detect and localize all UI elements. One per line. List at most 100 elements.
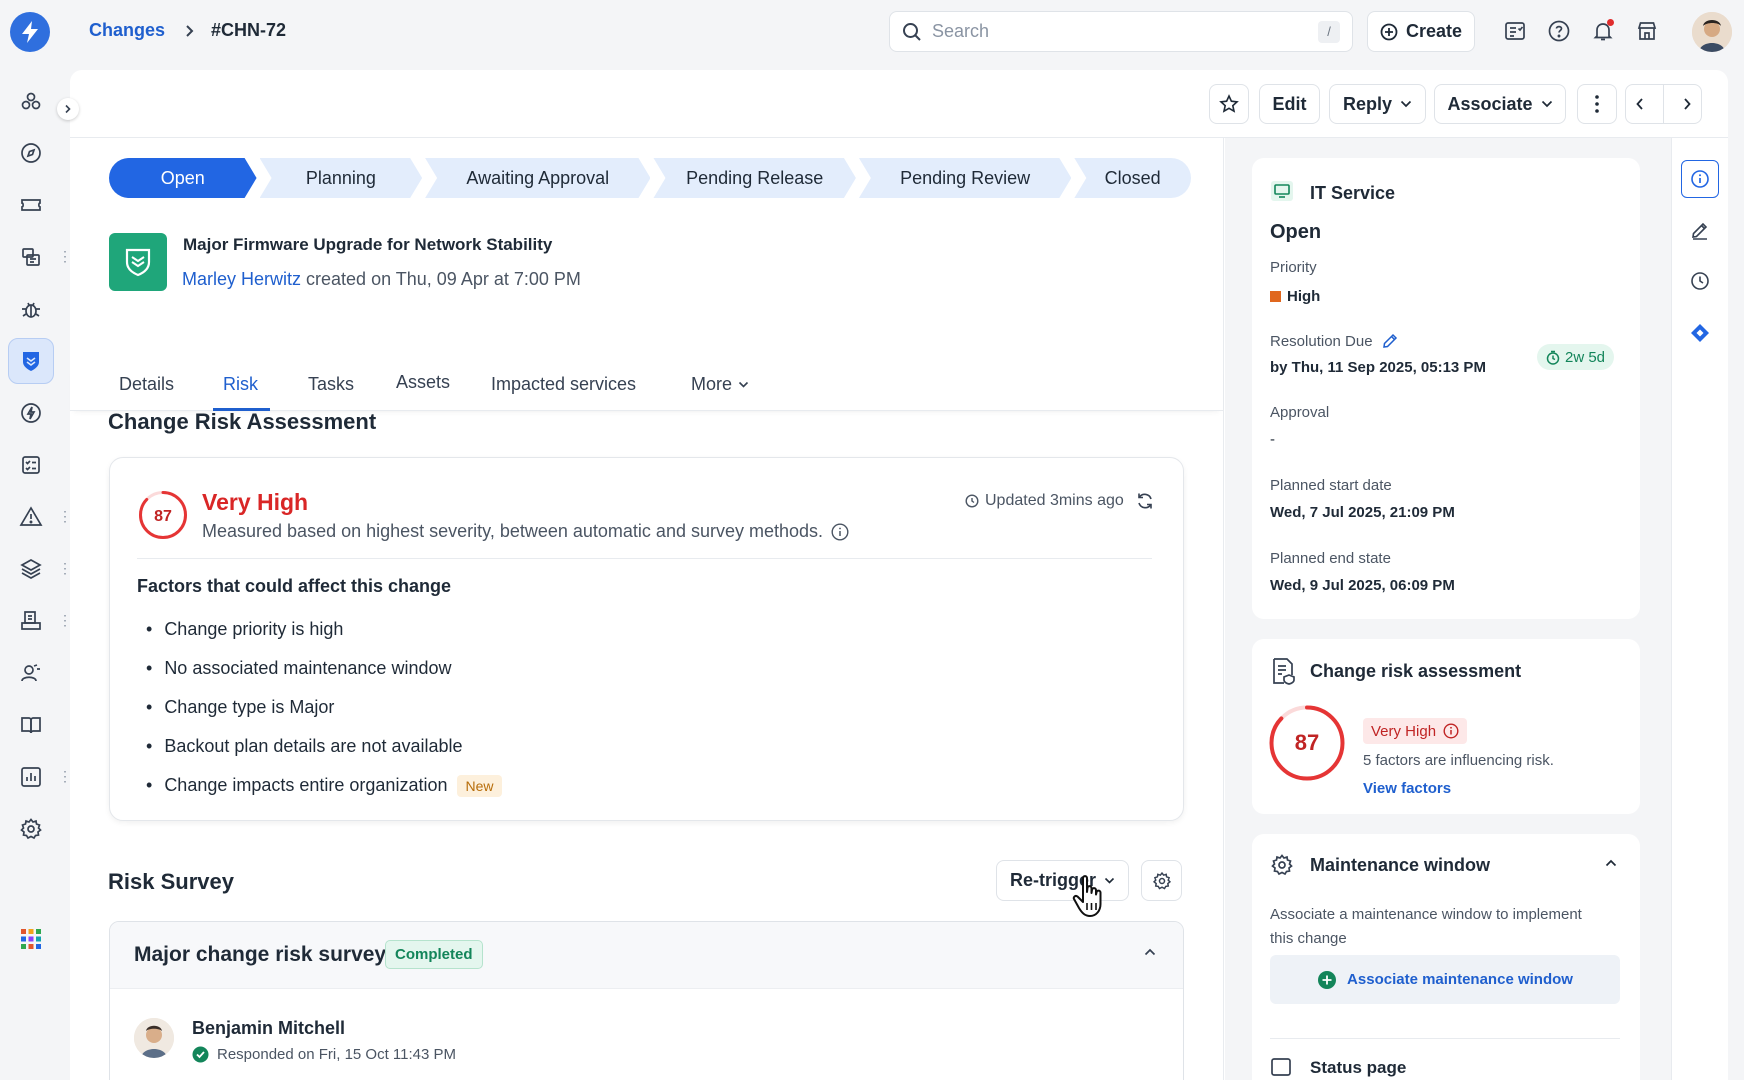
risk-level-badge: Very High xyxy=(1363,718,1468,744)
ticket-title: Major Firmware Upgrade for Network Stabi… xyxy=(183,235,553,254)
breadcrumb: Changes #CHN-72 xyxy=(89,20,286,41)
step-pending-review[interactable]: Pending Review xyxy=(859,158,1071,198)
store-icon[interactable] xyxy=(1635,19,1659,43)
next-record-icon[interactable] xyxy=(1682,97,1692,111)
reply-button[interactable]: Reply xyxy=(1329,84,1426,124)
check-circle-icon xyxy=(192,1046,209,1063)
priority-swatch xyxy=(1270,291,1281,302)
nav-more-dots[interactable]: ⋮ xyxy=(58,769,72,783)
help-icon[interactable] xyxy=(1547,19,1571,43)
nav-settings-gear-icon[interactable] xyxy=(8,806,54,852)
more-vertical-icon[interactable] xyxy=(1577,84,1617,124)
breadcrumb-changes-link[interactable]: Changes xyxy=(89,20,165,41)
survey-settings-gear-icon[interactable] xyxy=(1141,860,1182,901)
jira-diamond-icon[interactable] xyxy=(1681,314,1719,352)
nav-tickets-icon[interactable] xyxy=(8,182,54,228)
hand-cursor-icon xyxy=(1072,875,1102,917)
tab-details[interactable]: Details xyxy=(119,374,174,395)
list-item: Change type is Major xyxy=(146,688,502,727)
nav-more-dots[interactable]: ⋮ xyxy=(58,509,72,523)
tab-assets[interactable]: Assets xyxy=(396,372,450,393)
step-pending-release[interactable]: Pending Release xyxy=(653,158,855,198)
search-input[interactable]: Search / xyxy=(889,11,1353,52)
priority-field[interactable]: High xyxy=(1270,288,1320,305)
associate-button[interactable]: Associate xyxy=(1434,84,1566,124)
plus-circle-icon xyxy=(1317,970,1337,990)
nav-releases-icon[interactable] xyxy=(8,390,54,436)
nav-more-dots[interactable]: ⋮ xyxy=(58,249,72,263)
risk-survey-title: Risk Survey xyxy=(108,869,234,894)
priority-value: High xyxy=(1287,288,1321,305)
search-icon xyxy=(902,22,922,42)
refresh-icon[interactable] xyxy=(1135,491,1155,511)
step-awaiting-approval[interactable]: Awaiting Approval xyxy=(425,158,650,198)
approval-label: Approval xyxy=(1270,404,1330,421)
nav-more-dots[interactable]: ⋮ xyxy=(58,561,72,575)
breadcrumb-current: #CHN-72 xyxy=(211,20,287,40)
maintenance-title: Maintenance window xyxy=(1310,855,1491,875)
factors-title: Factors that could affect this change xyxy=(137,576,452,596)
app-logo-icon[interactable] xyxy=(10,12,50,52)
divider xyxy=(1270,1038,1620,1039)
chevron-up-icon[interactable] xyxy=(1144,948,1156,956)
ticket-author-link[interactable]: Marley Herwitz xyxy=(182,269,301,289)
nav-reports-icon[interactable] xyxy=(8,754,54,800)
tab-impacted-services[interactable]: Impacted services xyxy=(491,374,636,395)
survey-header[interactable]: Major change risk survey Completed xyxy=(110,922,1183,989)
nav-compass-icon[interactable] xyxy=(8,130,54,176)
risk-level-heading: Very High xyxy=(202,489,309,515)
step-open[interactable]: Open xyxy=(109,158,257,198)
nav-alerts-icon[interactable] xyxy=(8,494,54,540)
risk-score-text: 87 xyxy=(154,508,172,525)
tab-bar: Details Risk Tasks Assets Impacted servi… xyxy=(70,366,1223,411)
plus-circle-icon xyxy=(1380,23,1398,41)
user-avatar[interactable] xyxy=(1692,12,1732,52)
chevron-down-icon xyxy=(1541,100,1553,108)
priority-label: Priority xyxy=(1270,259,1317,276)
view-factors-link[interactable]: View factors xyxy=(1363,780,1451,797)
nav-dashboard-icon[interactable] xyxy=(8,78,54,124)
survey-title: Major change risk survey xyxy=(134,943,387,966)
previous-record-icon[interactable] xyxy=(1635,97,1645,111)
status-stepper: Open Planning Awaiting Approval Pending … xyxy=(109,158,1191,198)
factor-list: Change priority is high No associated ma… xyxy=(146,610,502,805)
chevron-up-icon[interactable] xyxy=(1605,859,1617,867)
info-icon[interactable] xyxy=(831,522,849,541)
app-grid-icon[interactable] xyxy=(8,916,54,962)
associate-label: Associate xyxy=(1447,93,1533,114)
step-closed[interactable]: Closed xyxy=(1074,158,1191,198)
nav-changes-icon[interactable] xyxy=(8,338,54,384)
nav-layers-icon[interactable] xyxy=(8,546,54,592)
tab-tasks[interactable]: Tasks xyxy=(308,374,354,395)
info-panel-icon[interactable] xyxy=(1681,160,1719,198)
create-button[interactable]: Create xyxy=(1367,11,1475,52)
tab-more[interactable]: More xyxy=(691,374,749,395)
notes-pencil-icon[interactable] xyxy=(1681,211,1719,249)
activity-clock-icon[interactable] xyxy=(1681,262,1719,300)
planned-end-label: Planned end state xyxy=(1270,550,1391,567)
reply-label: Reply xyxy=(1342,93,1393,114)
nav-contracts-icon[interactable] xyxy=(8,598,54,644)
status-page-icon xyxy=(1270,1056,1292,1078)
tab-risk[interactable]: Risk xyxy=(223,374,258,395)
maintenance-description-line1: Associate a maintenance window to implem… xyxy=(1270,906,1582,923)
nav-tasks-icon[interactable] xyxy=(8,442,54,488)
factor-text: Change impacts entire organization xyxy=(164,775,448,795)
risk-level-text: Very High xyxy=(1371,722,1437,740)
step-planning[interactable]: Planning xyxy=(260,158,423,198)
pencil-edit-icon[interactable] xyxy=(1381,332,1399,350)
notification-bell-icon[interactable] xyxy=(1591,19,1615,43)
info-icon[interactable] xyxy=(1443,723,1459,739)
nav-users-icon[interactable] xyxy=(8,650,54,696)
nav-requests-icon[interactable] xyxy=(8,234,54,280)
nav-knowledge-book-icon[interactable] xyxy=(8,702,54,748)
edit-button[interactable]: Edit xyxy=(1259,84,1320,124)
nav-more-dots[interactable]: ⋮ xyxy=(58,613,72,627)
nav-expand-button[interactable] xyxy=(57,98,79,120)
star-icon[interactable] xyxy=(1209,84,1249,124)
factor-text: Change priority is high xyxy=(164,619,344,639)
associate-maintenance-button[interactable]: Associate maintenance window xyxy=(1270,955,1620,1004)
risk-summary-title: Change risk assessment xyxy=(1310,661,1522,681)
nav-problems-bug-icon[interactable] xyxy=(8,286,54,332)
catalog-icon[interactable] xyxy=(1503,19,1527,43)
